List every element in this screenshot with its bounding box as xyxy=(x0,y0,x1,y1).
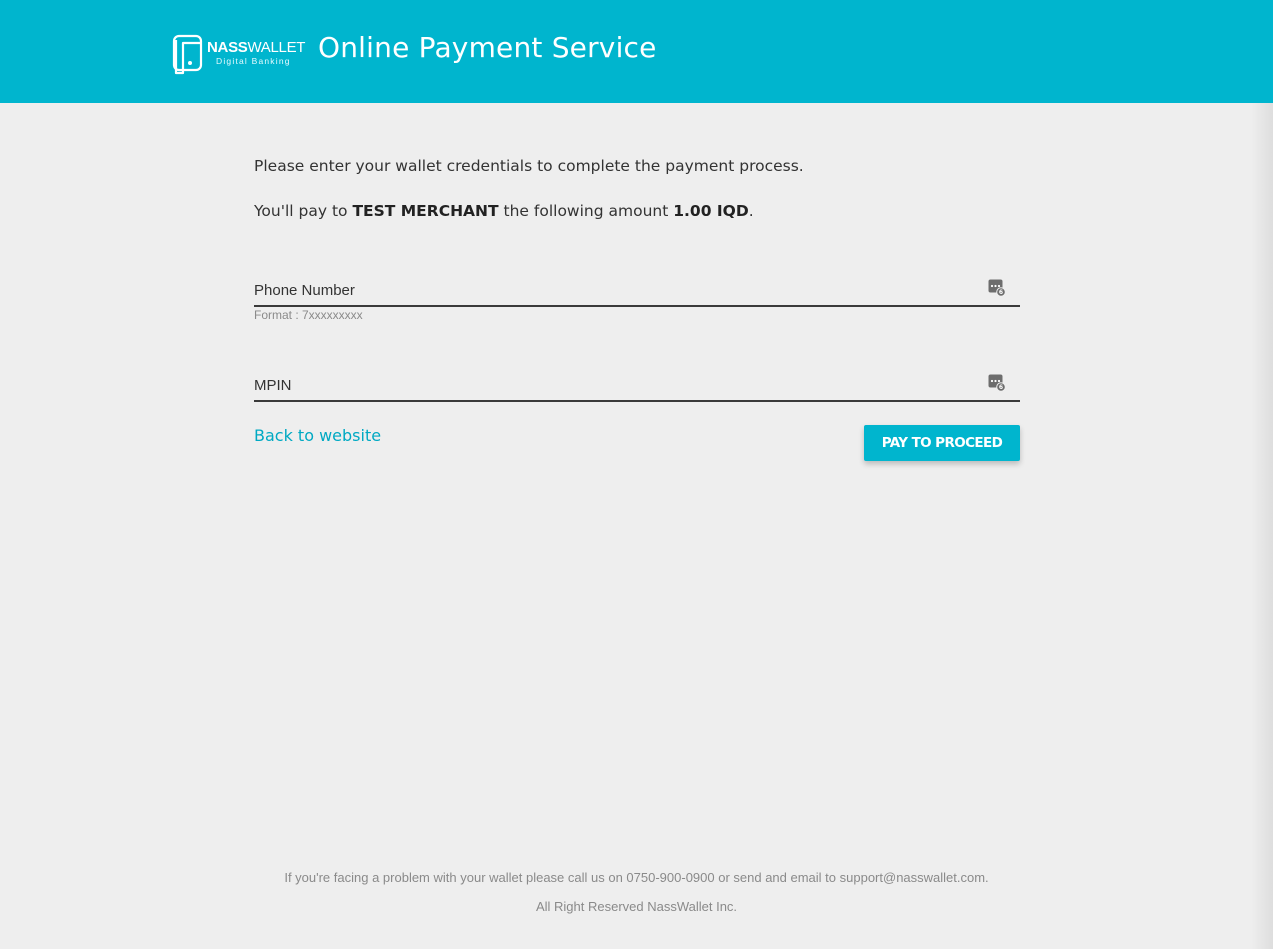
phone-format-hint: Format : 7xxxxxxxxx xyxy=(254,308,363,322)
phone-number-field: 6 xyxy=(254,275,1020,307)
support-text: If you're facing a problem with your wal… xyxy=(284,870,989,885)
logo-brand-bold: NASS xyxy=(207,39,248,56)
wallet-logo-icon xyxy=(172,34,203,75)
payment-amount: 1.00 IQD xyxy=(673,202,749,220)
copyright-text: All Right Reserved NassWallet Inc. xyxy=(535,899,738,914)
payment-page: NASSWALLET Digital Banking Online Paymen… xyxy=(0,0,1273,949)
top-header: NASSWALLET Digital Banking Online Paymen… xyxy=(0,0,1273,103)
nasswallet-logo: NASSWALLET Digital Banking xyxy=(172,34,305,76)
pay-middle: the following amount xyxy=(498,202,674,220)
pay-prefix: You'll pay to xyxy=(254,202,353,220)
pay-to-proceed-button[interactable]: PAY TO PROCEED xyxy=(864,425,1020,461)
logo-tagline: Digital Banking xyxy=(216,56,291,66)
payment-summary: You'll pay to TEST MERCHANT the followin… xyxy=(254,202,754,220)
mpin-field: 6 xyxy=(254,370,1020,402)
phone-number-input[interactable] xyxy=(254,279,974,301)
svg-text:6: 6 xyxy=(999,289,1003,296)
back-to-website-link[interactable]: Back to website xyxy=(254,426,381,445)
pay-suffix: . xyxy=(748,202,754,220)
keypad-icon[interactable]: 6 xyxy=(988,279,1006,297)
svg-text:6: 6 xyxy=(999,384,1003,391)
keypad-icon[interactable]: 6 xyxy=(988,374,1006,392)
instructions-text: Please enter your wallet credentials to … xyxy=(254,157,804,175)
page-edge-shadow xyxy=(1251,103,1273,949)
logo-brand-light: WALLET xyxy=(247,39,306,56)
logo-wordmark: NASSWALLET xyxy=(207,40,305,56)
merchant-name: TEST MERCHANT xyxy=(352,202,499,220)
mpin-input[interactable] xyxy=(254,374,974,396)
page-title: Online Payment Service xyxy=(318,31,657,64)
